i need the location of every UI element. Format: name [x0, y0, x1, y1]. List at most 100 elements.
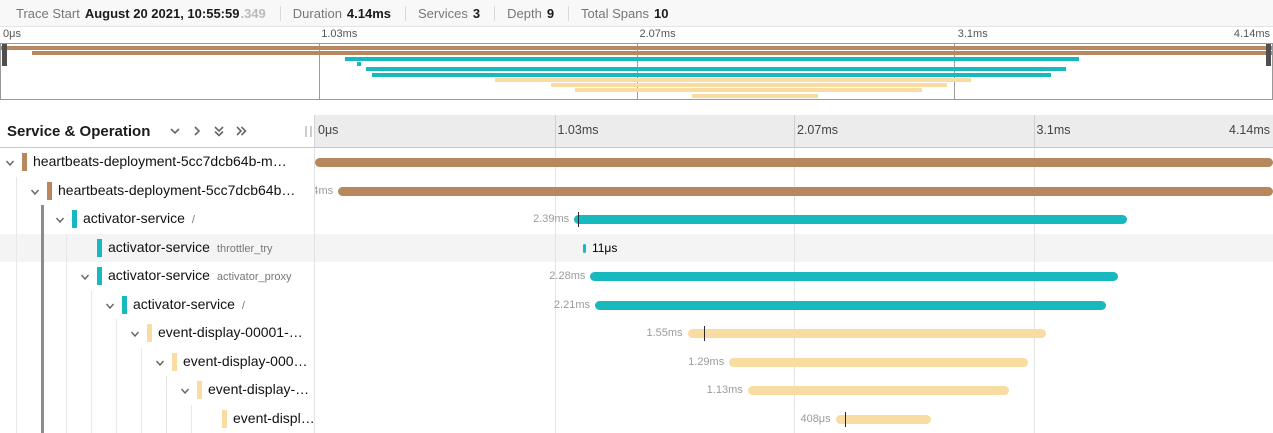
span-name-cell[interactable]: event-display-00001-… [0, 319, 315, 348]
span-name-cell[interactable]: activator-service/ [0, 291, 315, 320]
expand-chevron-icon[interactable] [129, 327, 141, 345]
expand-all-icon[interactable] [186, 120, 208, 142]
span-name-cell[interactable]: event-display-000… [0, 348, 315, 377]
collapse-one-icon[interactable] [208, 120, 230, 142]
span-bar[interactable] [836, 415, 931, 424]
span-row[interactable]: activator-serviceactivator_proxy2.28ms [0, 262, 1273, 291]
tree-guide-line [166, 405, 167, 433]
expand-chevron-icon[interactable] [54, 213, 66, 231]
expand-chevron-icon[interactable] [179, 384, 191, 402]
span-timeline-cell[interactable]: 408μs [315, 405, 1273, 433]
span-duration-label: 2.39ms [533, 213, 569, 225]
tree-guide-line [141, 405, 142, 433]
service-color-chip [122, 296, 127, 314]
tree-guide-line [116, 405, 117, 433]
span-bar[interactable] [748, 386, 1009, 395]
span-row[interactable]: event-display-000… 1.29ms [0, 348, 1273, 377]
service-name: event-display-000… [183, 353, 308, 369]
minimap-right-scrubber-handle[interactable] [1266, 44, 1271, 66]
service-name: event-display-… [208, 381, 309, 397]
span-name-cell[interactable]: activator-serviceactivator_proxy [0, 262, 315, 291]
span-duration-label: 11μs [592, 241, 617, 255]
expand-chevron-icon[interactable] [29, 185, 41, 203]
tree-guide-line [16, 291, 17, 320]
tree-guide-line [116, 319, 117, 348]
span-name-cell[interactable]: event-displ… [0, 405, 315, 433]
span-timeline-cell[interactable]: 1.55ms [315, 319, 1273, 348]
log-marker-tick [578, 212, 579, 227]
tree-guide-line [91, 291, 92, 320]
tree-guide-line [16, 376, 17, 405]
span-name-cell[interactable]: heartbeats-deployment-5cc7dcb64b… [0, 177, 315, 206]
minimap-tick-label: 4.14ms [1234, 28, 1270, 40]
span-timeline-cell[interactable]: 2.28ms [315, 262, 1273, 291]
span-name-cell[interactable]: activator-servicethrottler_try [0, 234, 315, 263]
service-color-chip [172, 353, 177, 371]
minimap-span-bar [551, 83, 947, 87]
service-operation-header: Service & Operation [0, 115, 315, 147]
span-row[interactable]: event-display-… 1.13ms [0, 376, 1273, 405]
column-resizer-grip[interactable] [305, 126, 312, 137]
tree-guide-line [91, 348, 92, 377]
minimap-left-scrubber-handle[interactable] [2, 44, 7, 66]
expand-chevron-icon[interactable] [4, 156, 16, 174]
span-duration-label: 1.29ms [688, 356, 724, 368]
service-color-chip [47, 182, 52, 200]
span-row[interactable]: activator-servicethrottler_try 11μs [0, 234, 1273, 263]
span-bar[interactable] [688, 329, 1047, 338]
operation-name: activator_proxy [217, 271, 292, 283]
tree-guide-line [66, 405, 67, 433]
span-timeline-cell[interactable] [315, 148, 1273, 177]
span-bar[interactable] [338, 187, 1273, 196]
trace-depth: Depth 9 [494, 6, 568, 21]
tree-guide-line [116, 348, 117, 377]
span-bar[interactable] [595, 301, 1106, 310]
expand-chevron-icon[interactable] [104, 299, 116, 317]
span-duration-label: 1.55ms [646, 327, 682, 339]
expand-chevron-icon[interactable] [154, 356, 166, 374]
span-row[interactable]: heartbeats-deployment-5cc7dcb64b-m… [0, 148, 1273, 177]
span-duration-label: 4ms [315, 185, 333, 197]
tree-guide-line [66, 234, 67, 263]
collapse-all-icon[interactable] [164, 120, 186, 142]
span-row[interactable]: event-displ…408μs [0, 405, 1273, 433]
span-timeline-cell[interactable]: 1.29ms [315, 348, 1273, 377]
trace-start-value: August 20 2021, 10:55:59 [85, 6, 240, 21]
span-bar[interactable] [315, 158, 1273, 167]
services-value: 3 [473, 6, 480, 21]
service-color-chip [72, 210, 77, 228]
span-bar[interactable] [583, 244, 586, 253]
tree-guide-line [66, 319, 67, 348]
trace-minimap[interactable] [0, 43, 1273, 100]
duration-value: 4.14ms [347, 6, 391, 21]
minimap-tick-label: 1.03ms [321, 28, 357, 40]
expand-one-icon[interactable] [230, 120, 252, 142]
span-timeline-cell[interactable]: 11μs [315, 234, 1273, 263]
span-timeline-cell[interactable]: 2.21ms [315, 291, 1273, 320]
ruler-tick-label: 1.03ms [558, 123, 599, 137]
span-bar[interactable] [574, 215, 1127, 224]
expand-chevron-icon[interactable] [79, 270, 91, 288]
span-name-cell[interactable]: heartbeats-deployment-5cc7dcb64b-m… [0, 148, 315, 177]
span-timeline-cell[interactable]: 4ms [315, 177, 1273, 206]
span-name-cell[interactable]: event-display-… [0, 376, 315, 405]
span-bar[interactable] [729, 358, 1028, 367]
tree-guide-line [191, 405, 192, 433]
span-bar[interactable] [590, 272, 1118, 281]
span-row[interactable]: activator-service/2.21ms [0, 291, 1273, 320]
span-row[interactable]: event-display-00001-… 1.55ms [0, 319, 1273, 348]
span-name-cell[interactable]: activator-service/ [0, 205, 315, 234]
service-name: event-display-00001-… [158, 324, 303, 340]
minimap-span-bar [575, 88, 922, 92]
span-row[interactable]: heartbeats-deployment-5cc7dcb64b…4ms [0, 177, 1273, 206]
tree-guide-line [66, 376, 67, 405]
span-timeline-cell[interactable]: 2.39ms [315, 205, 1273, 234]
service-color-chip [22, 153, 27, 171]
minimap-ruler: 0μs1.03ms2.07ms3.1ms4.14ms [0, 27, 1273, 43]
timeline-gridline [794, 234, 795, 263]
operation-name: / [242, 300, 245, 312]
span-row[interactable]: activator-service/2.39ms [0, 205, 1273, 234]
span-timeline-cell[interactable]: 1.13ms [315, 376, 1273, 405]
trace-start-label: Trace Start [16, 6, 80, 21]
minimap-tick-label: 2.07ms [640, 28, 676, 40]
